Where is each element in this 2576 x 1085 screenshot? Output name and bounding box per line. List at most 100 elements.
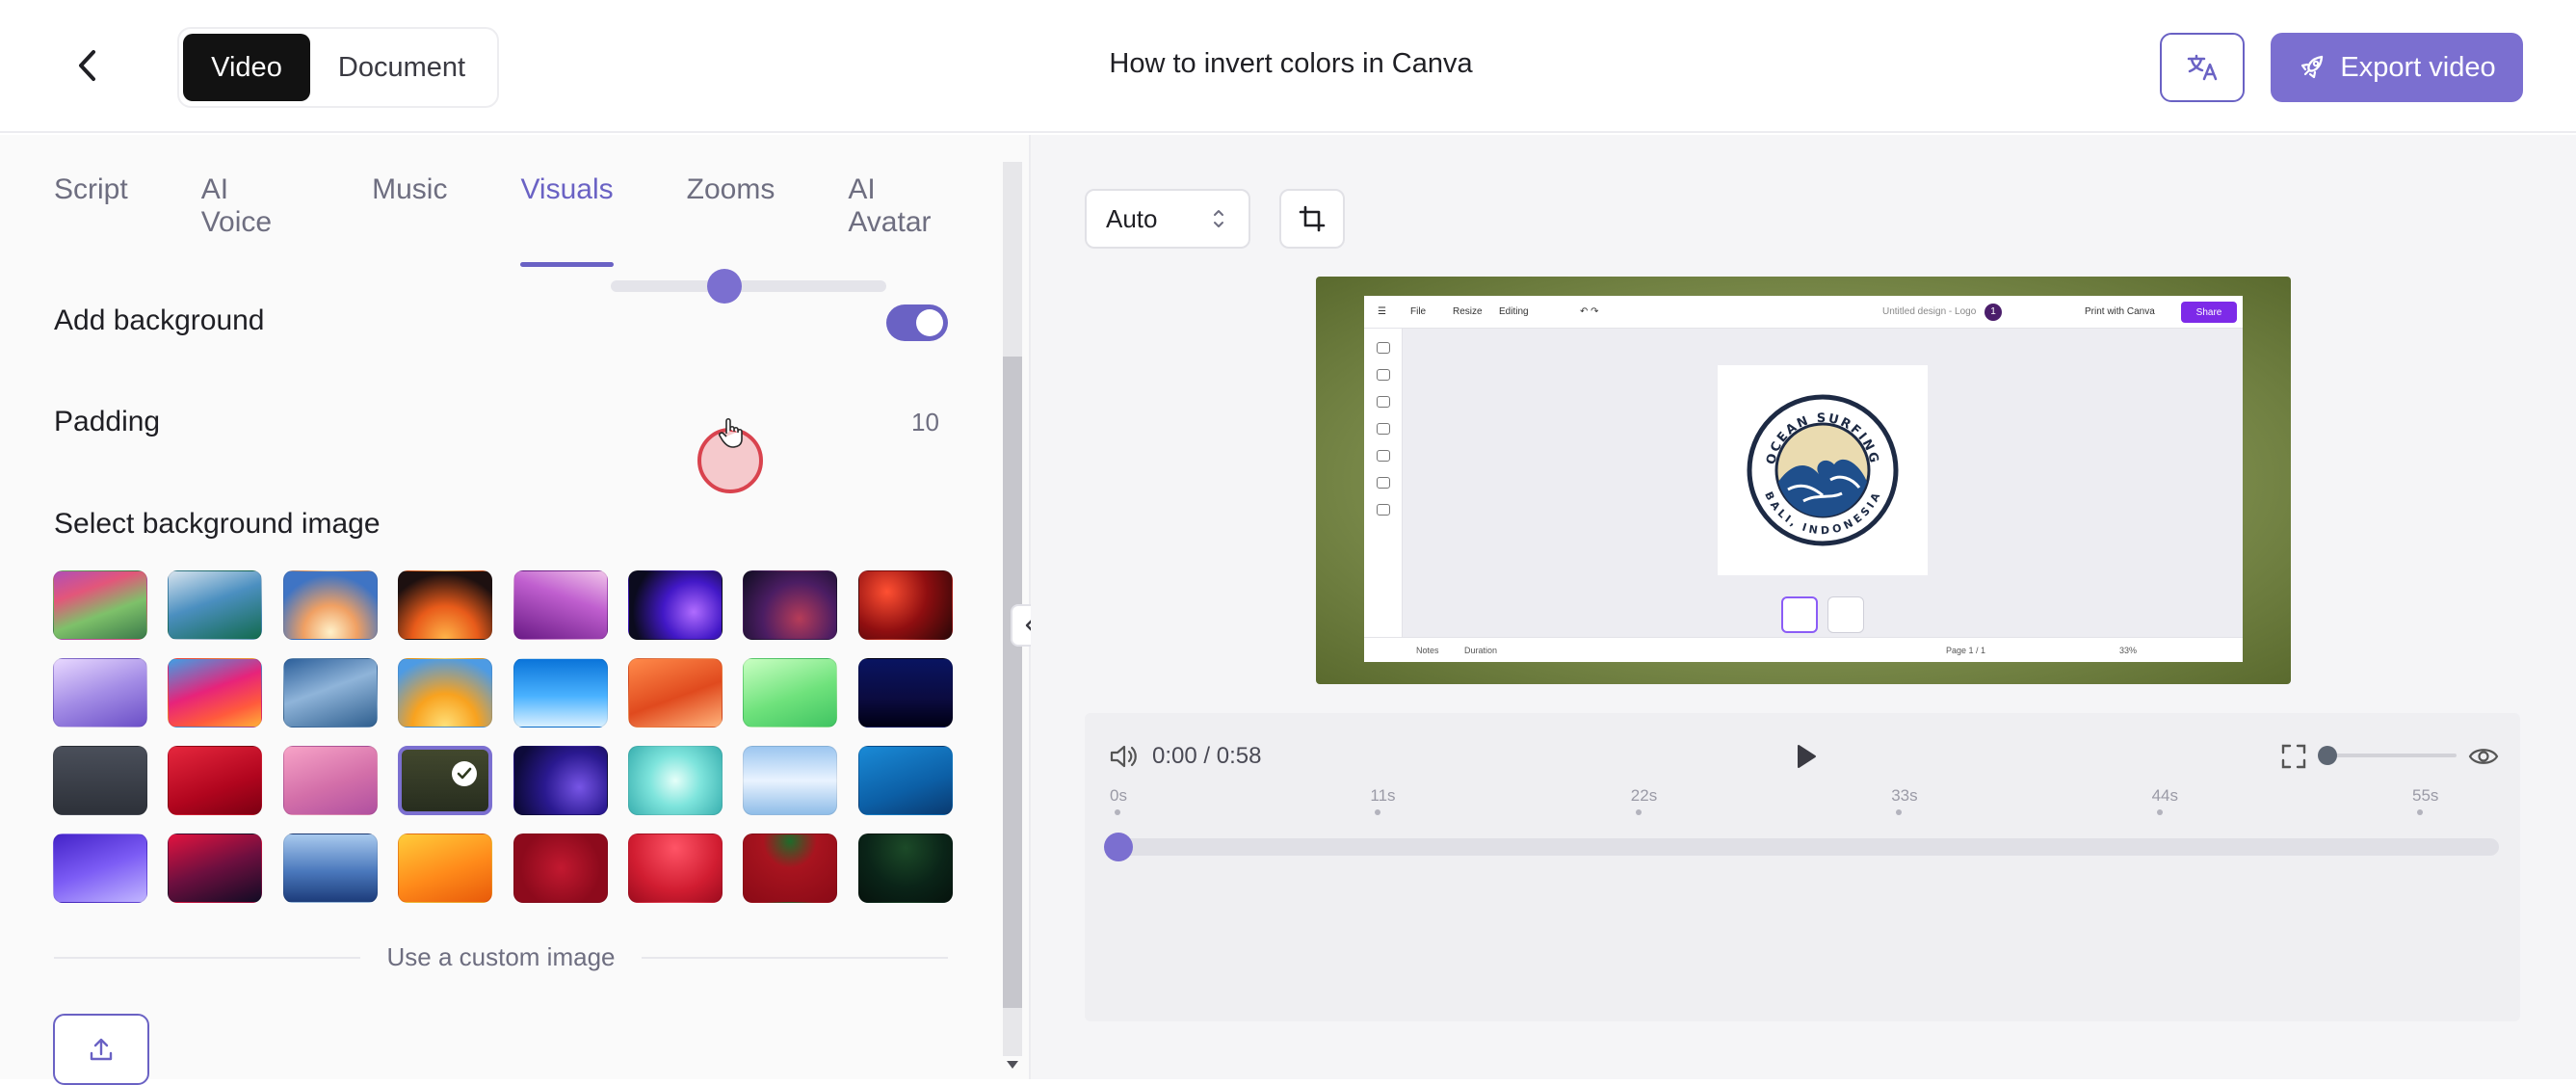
background-option[interactable] [743, 834, 837, 903]
scroll-down-arrow[interactable] [1005, 1058, 1020, 1072]
background-option[interactable] [858, 570, 953, 640]
timeline-playhead[interactable] [1104, 833, 1133, 861]
eye-icon[interactable] [2468, 742, 2499, 771]
translate-button[interactable] [2160, 33, 2245, 102]
background-option[interactable] [283, 746, 378, 815]
canva-page: OCEAN SURFING BALI, INDONESIA [1718, 365, 1928, 575]
background-option[interactable] [398, 746, 492, 815]
add-background-toggle[interactable] [886, 304, 948, 341]
background-option[interactable] [168, 834, 262, 903]
background-option[interactable] [858, 834, 953, 903]
preview-zoom-slider[interactable] [2327, 754, 2457, 757]
background-option[interactable] [168, 746, 262, 815]
canva-avatar: 1 [1985, 304, 2002, 321]
video-preview[interactable]: ☰ File Resize Editing ↶ ↷ Untitled desig… [1316, 277, 2291, 684]
background-option[interactable] [398, 834, 492, 903]
background-option[interactable] [628, 746, 723, 815]
ruler-tick-dot [1375, 809, 1381, 815]
padding-value: 10 [911, 408, 939, 437]
background-option[interactable] [743, 570, 837, 640]
padding-slider-thumb[interactable] [707, 269, 742, 304]
chevron-left-icon [79, 50, 95, 81]
upload-image-button[interactable] [53, 1014, 149, 1085]
padding-label: Padding [54, 406, 161, 437]
ruler-tick-dot [1115, 809, 1120, 815]
mode-toggle: Video Document [177, 27, 499, 108]
ruler-tick-label: 0s [1110, 786, 1127, 805]
play-button[interactable] [1790, 740, 1823, 773]
background-option[interactable] [513, 658, 608, 728]
ruler-tick-label: 11s [1370, 786, 1396, 805]
padding-slider[interactable] [611, 280, 886, 292]
preview-zoom-thumb[interactable] [2318, 746, 2337, 765]
ruler-tick-dot [1635, 809, 1642, 815]
background-option[interactable] [168, 570, 262, 640]
canva-print: Print with Canva [2085, 306, 2155, 317]
canva-sidebar [1364, 329, 1403, 637]
background-option[interactable] [628, 658, 723, 728]
canva-design-name: Untitled design - Logo [1882, 306, 1977, 317]
canva-duration: Duration [1464, 646, 1498, 655]
canva-notes: Notes [1416, 646, 1439, 655]
background-option[interactable] [53, 746, 147, 815]
background-option[interactable] [283, 570, 378, 640]
crop-icon [1299, 205, 1326, 232]
crop-button[interactable] [1279, 189, 1345, 249]
scrollbar-thumb[interactable] [1003, 357, 1022, 1008]
background-option[interactable] [283, 834, 378, 903]
aspect-ratio-select[interactable]: Auto [1085, 189, 1250, 249]
back-button[interactable] [64, 42, 110, 89]
tab-visuals[interactable]: Visuals [520, 173, 614, 267]
panel-tabs: Script AI Voice Music Visuals Zooms AI A… [54, 173, 1029, 267]
canva-file: File [1410, 306, 1427, 317]
top-bar: Video Document How to invert colors in C… [0, 0, 2576, 133]
canva-editing: Editing [1499, 306, 1529, 317]
background-option[interactable] [53, 570, 147, 640]
background-option[interactable] [858, 658, 953, 728]
tab-ai-voice[interactable]: AI Voice [201, 173, 299, 238]
divider-line-right [642, 957, 948, 959]
background-option[interactable] [283, 658, 378, 728]
video-player: 0:00 / 0:58 0s 11s 22s 33s 44s 55s [1085, 713, 2520, 1021]
export-video-button[interactable]: Export video [2271, 33, 2523, 102]
timeline-scrubber[interactable] [1106, 838, 2499, 856]
background-option[interactable] [628, 570, 723, 640]
background-option[interactable] [398, 570, 492, 640]
volume-icon[interactable] [1108, 742, 1139, 771]
background-option[interactable] [628, 834, 723, 903]
canva-topbar: ☰ File Resize Editing ↶ ↷ Untitled desig… [1364, 296, 2243, 329]
project-title[interactable]: How to invert colors in Canva [963, 48, 1618, 80]
background-option[interactable] [513, 746, 608, 815]
canva-bottombar: Notes Duration Page 1 / 1 33% [1364, 637, 2243, 662]
background-option[interactable] [53, 658, 147, 728]
selected-check-icon [452, 761, 477, 786]
background-option[interactable] [513, 834, 608, 903]
mode-document-button[interactable]: Document [310, 34, 493, 101]
ruler-tick-dot [1896, 809, 1903, 815]
ocean-surfing-logo: OCEAN SURFING BALI, INDONESIA [1747, 394, 1899, 546]
visuals-panel: Script AI Voice Music Visuals Zooms AI A… [0, 135, 1029, 1085]
add-background-label: Add background [54, 304, 265, 336]
ruler-tick-label: 22s [1630, 786, 1658, 805]
background-option[interactable] [53, 834, 147, 903]
background-option[interactable] [513, 570, 608, 640]
mode-video-button[interactable]: Video [183, 34, 310, 101]
canva-share-button: Share [2181, 302, 2237, 323]
background-option[interactable] [858, 746, 953, 815]
background-option[interactable] [398, 658, 492, 728]
ruler-tick-dot [2156, 809, 2163, 815]
translate-icon [2187, 54, 2218, 81]
custom-image-divider: Use a custom image [54, 942, 948, 971]
select-background-label: Select background image [54, 508, 381, 540]
background-option[interactable] [743, 746, 837, 815]
fullscreen-icon[interactable] [2279, 742, 2308, 771]
tab-music[interactable]: Music [372, 173, 447, 231]
chevron-updown-icon [1214, 210, 1223, 227]
tab-script[interactable]: Script [54, 173, 128, 231]
tab-zooms[interactable]: Zooms [687, 173, 775, 231]
canva-editor-screenshot: ☰ File Resize Editing ↶ ↷ Untitled desig… [1364, 296, 2243, 662]
export-video-label: Export video [2340, 51, 2496, 83]
background-option[interactable] [168, 658, 262, 728]
tab-ai-avatar[interactable]: AI Avatar [848, 173, 956, 238]
background-option[interactable] [743, 658, 837, 728]
